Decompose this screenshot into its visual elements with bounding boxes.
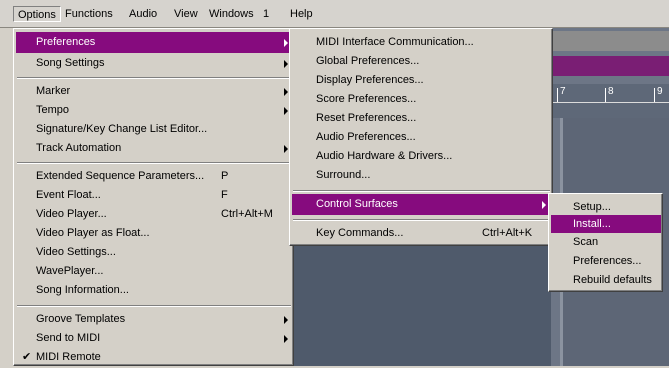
menu-item-label: Preferences... [573, 255, 642, 267]
arrange-window-toolbar [551, 56, 669, 76]
menu-item-label: Video Settings... [36, 246, 116, 258]
submenu-arrow-icon [284, 39, 288, 47]
menu-item-shortcut: P [221, 170, 229, 182]
menu-item-cs-preferences[interactable]: Preferences... [551, 251, 661, 272]
menu-item-label: Song Settings [36, 57, 105, 69]
control-surfaces-submenu: Setup... Install... Scan Preferences... … [548, 193, 663, 292]
menu-options[interactable]: Options [13, 6, 61, 22]
submenu-arrow-icon [284, 107, 288, 115]
menu-help[interactable]: Help [286, 6, 317, 22]
menu-item-video-settings[interactable]: Video Settings... [16, 242, 292, 263]
menu-item-label: Reset Preferences... [316, 112, 417, 124]
menu-item-label: Scan [573, 236, 599, 248]
ruler-mark-7: 7 [560, 86, 566, 97]
arrange-window-titlebar [551, 31, 669, 51]
menu-item-shortcut: Ctrl+Alt+K [482, 227, 533, 239]
ruler-mark-8: 8 [608, 86, 614, 97]
menu-audio[interactable]: Audio [125, 6, 161, 22]
menu-item-label: Groove Templates [36, 313, 126, 325]
menu-item-preferences[interactable]: Preferences [16, 32, 292, 53]
menu-item-label: Video Player as Float... [36, 227, 150, 239]
menu-item-video-player-float[interactable]: Video Player as Float... [16, 223, 292, 244]
menu-item-scan[interactable]: Scan [551, 232, 661, 253]
menu-item-label: Key Commands... [316, 227, 404, 239]
menu-item-shortcut: Ctrl+Alt+M [221, 208, 273, 220]
menu-item-label: MIDI Remote [36, 351, 101, 363]
ruler-mark-9: 9 [657, 86, 663, 97]
submenu-arrow-icon [284, 335, 288, 343]
menu-item-label: Audio Preferences... [316, 131, 416, 143]
menu-item-label: MIDI Interface Communication... [316, 36, 474, 48]
menu-item-label: Song Information... [36, 284, 129, 296]
submenu-arrow-icon [542, 201, 546, 209]
menu-item-label: Signature/Key Change List Editor... [36, 123, 208, 135]
menu-windows[interactable]: Windows [205, 6, 258, 22]
menu-item-label: Preferences [36, 36, 96, 48]
options-menu: Preferences Song Settings Marker Tempo S… [13, 28, 294, 366]
menu-window-1[interactable]: 1 [259, 6, 273, 22]
menu-item-signature-key-editor[interactable]: Signature/Key Change List Editor... [16, 119, 292, 140]
menu-separator [17, 162, 291, 164]
menu-separator [17, 305, 291, 307]
menu-item-reset-preferences[interactable]: Reset Preferences... [292, 108, 551, 129]
menu-item-label: Send to MIDI [36, 332, 101, 344]
menu-item-groove-templates[interactable]: Groove Templates [16, 309, 292, 330]
arrange-track-area [291, 238, 551, 366]
menu-item-midi-remote[interactable]: ✔ MIDI Remote [16, 347, 292, 368]
menu-item-label: Audio Hardware & Drivers... [316, 150, 453, 162]
menu-item-key-commands[interactable]: Key Commands... Ctrl+Alt+K [292, 223, 551, 244]
menu-item-control-surfaces[interactable]: Control Surfaces [292, 194, 551, 215]
ruler-tick [654, 88, 655, 102]
checkmark-icon: ✔ [22, 351, 32, 363]
menu-item-display-preferences[interactable]: Display Preferences... [292, 70, 551, 91]
submenu-arrow-icon [284, 60, 288, 68]
menu-view[interactable]: View [170, 6, 202, 22]
menu-separator [293, 190, 550, 192]
menu-item-label: WavePlayer... [36, 265, 104, 277]
menu-item-label: Tempo [36, 104, 70, 116]
ruler-baseline [551, 102, 669, 103]
ruler-tick [605, 88, 606, 102]
menu-item-send-to-midi[interactable]: Send to MIDI [16, 328, 292, 349]
menu-item-label: Score Preferences... [316, 93, 417, 105]
menu-functions[interactable]: Functions [61, 6, 117, 22]
menu-separator [17, 77, 291, 79]
menu-item-video-player[interactable]: Video Player... Ctrl+Alt+M [16, 204, 292, 225]
menu-item-label: Marker [36, 85, 71, 97]
menu-item-audio-hardware-drivers[interactable]: Audio Hardware & Drivers... [292, 146, 551, 167]
menu-item-rebuild-defaults[interactable]: Rebuild defaults [551, 270, 661, 291]
menu-item-label: Control Surfaces [316, 198, 398, 210]
menu-item-song-settings[interactable]: Song Settings [16, 53, 292, 74]
menu-item-label: Event Float... [36, 189, 101, 201]
menu-item-tempo[interactable]: Tempo [16, 100, 292, 121]
menu-item-waveplayer[interactable]: WavePlayer... [16, 261, 292, 282]
ruler-tick [557, 88, 558, 102]
preferences-submenu: MIDI Interface Communication... Global P… [289, 28, 553, 246]
menu-bar: Options Functions Audio View Windows 1 H… [0, 0, 669, 28]
menu-item-label: Track Automation [36, 142, 122, 154]
menu-separator [293, 219, 550, 221]
menu-item-install[interactable]: Install... [551, 215, 661, 233]
menu-item-global-preferences[interactable]: Global Preferences... [292, 51, 551, 72]
menu-item-extended-sequence-parameters[interactable]: Extended Sequence Parameters... P [16, 166, 292, 187]
menu-item-score-preferences[interactable]: Score Preferences... [292, 89, 551, 110]
menu-item-surround[interactable]: Surround... [292, 165, 551, 186]
menu-item-label: Extended Sequence Parameters... [36, 170, 205, 182]
menu-item-marker[interactable]: Marker [16, 81, 292, 102]
menu-item-track-automation[interactable]: Track Automation [16, 138, 292, 159]
menu-item-label: Global Preferences... [316, 55, 420, 67]
menu-item-label: Display Preferences... [316, 74, 424, 86]
submenu-arrow-icon [284, 145, 288, 153]
menu-item-event-float[interactable]: Event Float... F [16, 185, 292, 206]
menu-item-song-information[interactable]: Song Information... [16, 280, 292, 301]
submenu-arrow-icon [284, 316, 288, 324]
submenu-arrow-icon [284, 88, 288, 96]
menu-item-label: Surround... [316, 169, 371, 181]
menu-item-label: Install... [573, 218, 611, 230]
menu-item-midi-interface-communication[interactable]: MIDI Interface Communication... [292, 32, 551, 53]
menu-item-label: Video Player... [36, 208, 107, 220]
menu-item-audio-preferences[interactable]: Audio Preferences... [292, 127, 551, 148]
menu-item-label: Rebuild defaults [573, 274, 652, 286]
menu-item-shortcut: F [221, 189, 228, 201]
